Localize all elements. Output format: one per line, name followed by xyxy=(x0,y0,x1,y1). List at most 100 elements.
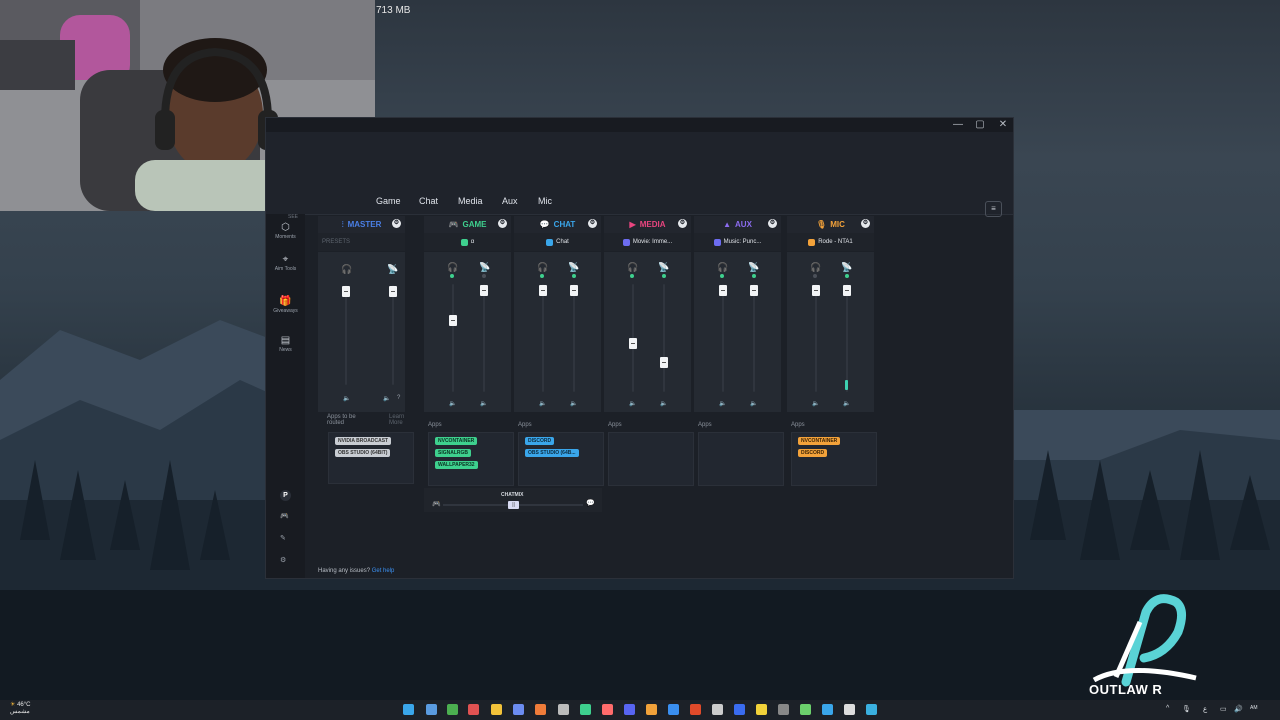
game-stream-fader[interactable] xyxy=(480,285,488,296)
game-monitor-fader[interactable] xyxy=(449,315,457,326)
app-chip[interactable]: WALLPAPER32 xyxy=(435,461,478,469)
weather-widget[interactable]: ☀ 46°C مشمس xyxy=(10,702,30,716)
file-explorer-icon[interactable] xyxy=(491,704,502,715)
language-indicator[interactable]: ع xyxy=(1203,705,1207,713)
broadcast-icon: 📡 xyxy=(841,262,853,272)
channel-settings-icon[interactable]: ⚙ xyxy=(392,219,401,228)
chat-stream-fader[interactable] xyxy=(570,285,578,296)
help-icon[interactable]: ? xyxy=(397,395,400,401)
network-icon[interactable]: ▭ xyxy=(1220,705,1227,713)
app-icon[interactable] xyxy=(822,704,833,715)
app-chip[interactable]: NVCONTAINER xyxy=(435,437,478,445)
obs-icon[interactable] xyxy=(602,704,613,715)
mute-icon[interactable]: 🔈 xyxy=(570,400,577,407)
channel-settings-icon[interactable]: ⚙ xyxy=(861,219,870,228)
microphone-icon[interactable]: 🎙 xyxy=(1182,705,1191,713)
sidebar-item-moments[interactable]: ⬡ Moments xyxy=(266,222,305,240)
tab-media[interactable]: Media xyxy=(458,196,483,206)
channel-settings-icon[interactable]: ⚙ xyxy=(768,219,777,228)
sticky-notes-icon[interactable] xyxy=(756,704,767,715)
chat-monitor-fader[interactable] xyxy=(539,285,547,296)
fader-track xyxy=(542,284,544,392)
vscode-icon[interactable] xyxy=(668,704,679,715)
bitwarden-icon[interactable] xyxy=(734,704,745,715)
sidebar-item-aim-tools[interactable]: ⌖ Aim Tools xyxy=(266,254,305,272)
mute-icon[interactable]: 🔈 xyxy=(449,400,456,407)
mic-stream-fader[interactable] xyxy=(843,285,851,296)
mute-icon[interactable]: 🔈 xyxy=(843,400,850,407)
chevron-up-icon[interactable]: ^ xyxy=(1166,705,1169,712)
app-icon[interactable] xyxy=(712,704,723,715)
mic-monitor-fader[interactable] xyxy=(812,285,820,296)
controller-icon[interactable]: 🎮 xyxy=(280,512,289,520)
mute-icon[interactable]: 🔈 xyxy=(539,400,546,407)
app-icon[interactable] xyxy=(646,704,657,715)
channel-device[interactable]: Chat xyxy=(514,233,601,251)
mute-icon[interactable]: 🔈 xyxy=(480,400,487,407)
channel-settings-icon[interactable]: ⚙ xyxy=(588,219,597,228)
channel-device[interactable]: Music: Punc... xyxy=(694,233,781,251)
mute-icon[interactable]: 🔈 xyxy=(383,395,390,402)
aux-stream-fader[interactable] xyxy=(750,285,758,296)
mute-icon[interactable]: 🔈 xyxy=(812,400,819,407)
app-chip[interactable]: DISCORD xyxy=(525,437,555,445)
xbox-icon[interactable] xyxy=(447,704,458,715)
mute-icon[interactable]: 🔈 xyxy=(750,400,757,407)
get-help-link[interactable]: Get help xyxy=(372,568,395,574)
app-icon[interactable] xyxy=(468,704,479,715)
channel-device[interactable]: Rode - NTA1 xyxy=(787,233,874,251)
settings-icon[interactable] xyxy=(844,704,855,715)
channel-settings-icon[interactable]: ⚙ xyxy=(678,219,687,228)
app-icon[interactable] xyxy=(558,704,569,715)
window-titlebar[interactable]: — ▢ ✕ xyxy=(266,118,1013,132)
app-icon[interactable] xyxy=(513,704,524,715)
minimize-button[interactable]: — xyxy=(950,119,966,131)
brave-icon[interactable] xyxy=(690,704,701,715)
app-icon[interactable] xyxy=(800,704,811,715)
tab-chat[interactable]: Chat xyxy=(419,196,438,206)
feedback-icon[interactable]: ✎ xyxy=(280,534,286,542)
windows-start-icon[interactable] xyxy=(403,704,414,715)
headphones-off-icon: 🎧 xyxy=(810,262,822,272)
chatmix-slider[interactable]: || xyxy=(508,501,519,509)
edge-icon[interactable] xyxy=(866,704,877,715)
aux-monitor-fader[interactable] xyxy=(719,285,727,296)
mic-apps-box: NVCONTAINER DISCORD xyxy=(791,432,877,486)
learn-more-link[interactable]: Learn More xyxy=(389,414,409,426)
mute-icon[interactable]: 🔈 xyxy=(343,395,350,402)
app-chip[interactable]: OBS STUDIO (64B... xyxy=(525,449,579,457)
mute-icon[interactable]: 🔈 xyxy=(719,400,726,407)
volume-icon[interactable]: 🔊 xyxy=(1234,705,1243,713)
master-monitor-fader[interactable] xyxy=(342,286,350,297)
app-icon[interactable] xyxy=(580,704,591,715)
task-view-icon[interactable] xyxy=(426,704,437,715)
tab-game[interactable]: Game xyxy=(376,196,401,206)
profile-avatar[interactable]: P xyxy=(280,490,291,501)
mute-icon[interactable]: 🔈 xyxy=(660,400,667,407)
channel-device[interactable]: Movie: Imme... xyxy=(604,233,691,251)
media-stream-fader[interactable] xyxy=(660,357,668,368)
app-chip[interactable]: SIGNALRGB xyxy=(435,449,471,457)
master-stream-fader[interactable] xyxy=(389,286,397,297)
sidebar-item-giveaways[interactable]: 🎁 Giveaways xyxy=(266,296,305,314)
channel-settings-icon[interactable]: ⚙ xyxy=(498,219,507,228)
app-chip[interactable]: DISCORD xyxy=(798,449,828,457)
close-button[interactable]: ✕ xyxy=(995,119,1011,131)
app-chip[interactable]: NVCONTAINER xyxy=(798,437,841,445)
mute-icon[interactable]: 🔈 xyxy=(629,400,636,407)
clock[interactable]: AM xyxy=(1250,705,1258,711)
app-chip[interactable]: NVIDIA BROADCAST xyxy=(335,437,392,445)
channel-device[interactable]: α xyxy=(424,233,511,251)
app-icon[interactable] xyxy=(778,704,789,715)
menu-icon[interactable]: ≡ xyxy=(985,201,1002,217)
channel-name: GAME xyxy=(462,220,487,229)
sidebar-item-news[interactable]: ▤ News xyxy=(266,335,305,353)
tab-mic[interactable]: Mic xyxy=(538,196,552,206)
settings-gear-icon[interactable]: ⚙ xyxy=(280,556,286,564)
firefox-icon[interactable] xyxy=(535,704,546,715)
discord-icon[interactable] xyxy=(624,704,635,715)
app-chip[interactable]: OBS STUDIO (64BIT) xyxy=(335,449,391,457)
media-monitor-fader[interactable] xyxy=(629,338,637,349)
tab-aux[interactable]: Aux xyxy=(502,196,518,206)
maximize-button[interactable]: ▢ xyxy=(972,119,988,131)
